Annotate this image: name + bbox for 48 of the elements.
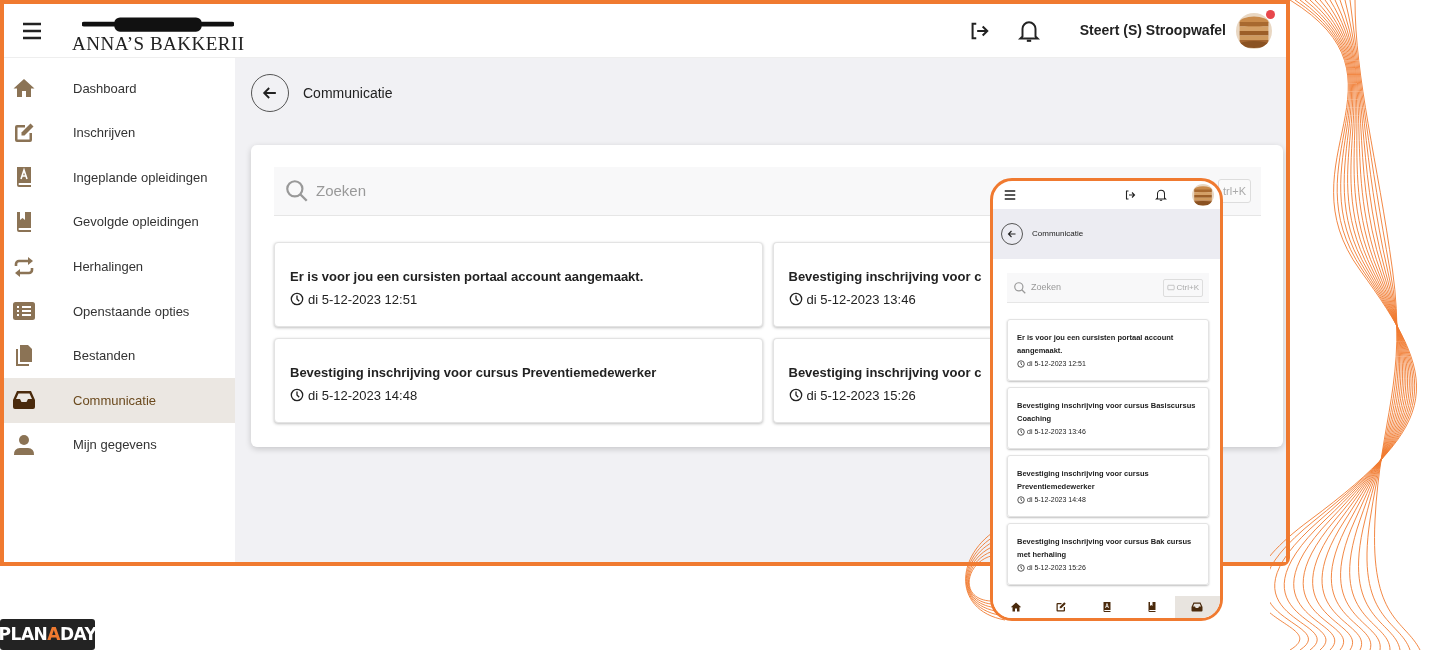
nav-tab[interactable] [1174,596,1220,618]
bell-icon [1154,188,1168,202]
clock-icon [1017,427,1025,436]
logo-text: ANNA’S BAKKERII [72,33,245,53]
sidebar-item[interactable]: Bestanden [4,333,235,379]
search-input[interactable]: Zoeken [1029,279,1163,296]
user-name: Steert (S) Stroopwafel [1079,21,1226,40]
sidebar-item[interactable]: Gevolgde opleidingen [4,199,235,245]
sidebar-item[interactable]: Herhalingen [4,244,235,289]
message-card[interactable]: Bevestiging inschrijving voor cursus Preventiemedewerker di 5-12-2023 14:48 [274,338,763,423]
sidebar-item[interactable]: Mijn gegevens [4,422,235,468]
page-title: Communicatie [1032,228,1084,240]
clock-icon [788,388,803,403]
message-title: Er is voor jou een cursisten portaal account aangemaakt. [290,269,645,285]
message-card[interactable]: Er is voor jou een cursisten portaal account aangemaakt. di 5-12-2023 12:51 [274,242,763,327]
page-title: Communicatie [303,83,393,103]
date-text: di 5-12-2023 15:26 [806,386,916,405]
clock-icon [1017,495,1025,504]
message-title: Bevestiging inschrijving voor cursus Preventiemedewerker [290,365,658,381]
sidebar-item[interactable]: Dashboard [4,66,235,111]
date-text: di 5-12-2023 14:48 [308,386,418,405]
repeat-icon [12,254,36,279]
planaday-logo: PLANADAY [0,619,95,650]
sidebar-item[interactable]: Ingeplande opleidingen [4,155,235,200]
inbox-icon [1191,601,1204,613]
clock-icon [1017,359,1025,368]
sidebar-item[interactable]: Communicatie [4,378,235,423]
user-icon [12,433,36,458]
home-icon [1009,601,1022,613]
keyboard-icon [1166,284,1175,291]
search-icon [1013,280,1027,295]
clock-icon [290,388,304,403]
message-card[interactable]: Bevestiging inschrijving voor c di 5-12-2023 13:46 [772,242,992,327]
sidebar-item[interactable]: Inschrijven [4,110,235,156]
clock-icon [788,292,803,307]
clock-icon [290,292,304,307]
search-icon [284,178,310,204]
menu-icon [1003,188,1017,202]
logout-icon [1124,189,1136,201]
shortcut-text: Ctrl+K [1176,281,1199,294]
rolling-pin-icon [82,14,235,34]
arrow-left-icon [1006,228,1018,240]
message-card[interactable]: Bevestiging inschrijving voor c di 5-12-2023 15:26 [772,338,992,423]
clock-icon [1017,563,1025,572]
edit-icon [1055,601,1068,613]
date-text: di 5-12-2023 12:51 [308,290,418,309]
sidebar-item[interactable]: Openstaande opties [4,288,235,334]
date-text: di 5-12-2023 13:46 [806,290,916,309]
